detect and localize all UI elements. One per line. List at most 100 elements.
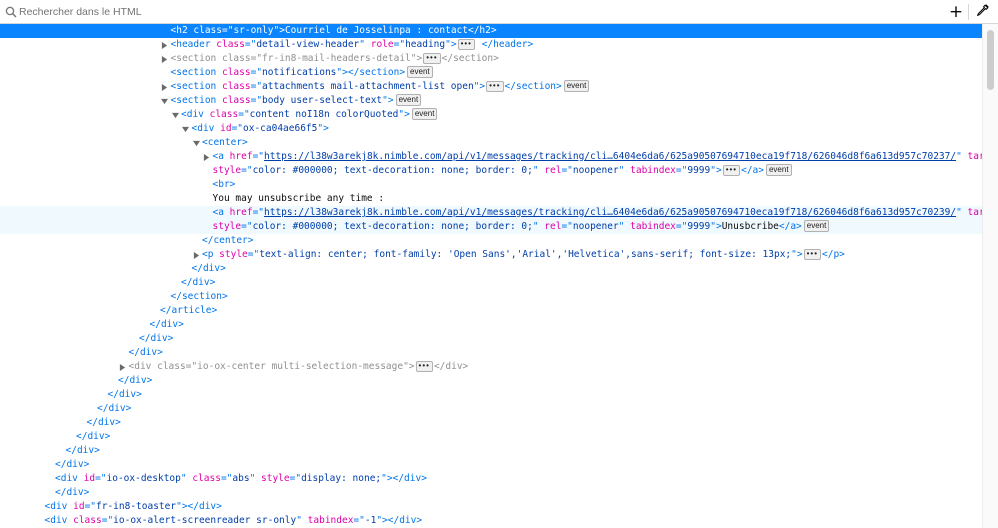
tag-token: </section> [441,53,499,64]
expanded-twisty-icon[interactable] [161,94,169,108]
event-badge[interactable]: event [803,220,830,232]
markup-node[interactable]: <section class="body user-select-text"> e… [0,94,982,108]
add-node-button[interactable]: + [947,3,965,21]
event-badge[interactable]: event [563,80,590,92]
collapsed-twisty-icon[interactable] [161,80,169,94]
markup-node[interactable]: <center> [0,136,982,150]
markup-node[interactable]: <a href="https://l38w3arekj8k.nimble.com… [0,206,982,220]
node-markup: <div id="fr-in8-toaster"></div> [45,500,222,514]
markup-node[interactable]: </div> [0,276,982,290]
markup-node[interactable]: <div id="io-ox-desktop" class="abs" styl… [0,472,982,486]
markup-node[interactable]: <p style="text-align: center; font-famil… [0,248,982,262]
tag-token: </article> [160,305,218,316]
node-markup: <div class="io-ox-alert-screenreader sr-… [45,514,423,528]
tag-token: =" [244,39,257,50]
markup-node[interactable]: <br> [0,178,982,192]
tag-token: "> [445,39,457,50]
event-badge[interactable]: event [765,164,792,176]
event-badge[interactable]: event [395,94,422,106]
attribute-value: fr-in8-mail-headers-detail [262,53,411,64]
markup-node[interactable]: <div class="content noI18n colorQuoted">… [0,108,982,122]
markup-node[interactable]: <section class="notifications"></section… [0,66,982,80]
vertical-scrollbar[interactable] [982,24,998,528]
tag-token: "> [382,95,394,106]
search-icon [5,6,17,18]
markup-node[interactable]: </div> [0,444,982,458]
text-node: Unusbcribe [721,221,779,232]
markup-node[interactable]: <a href="https://l38w3arekj8k.nimble.com… [0,150,982,164]
node-markup: <section class="fr-in8-mail-headers-deta… [171,52,499,66]
expanded-twisty-icon[interactable] [182,122,190,136]
markup-node[interactable]: </div> [0,458,982,472]
attribute-name: tabindex [630,165,676,176]
tag-token: =" [393,39,406,50]
tag-token: =" [250,53,263,64]
attribute-value: noopener [572,221,619,232]
collapsed-twisty-icon[interactable] [161,52,169,66]
markup-node[interactable]: style="color: #000000; text-decoration: … [0,220,982,234]
collapsed-twisty-icon[interactable] [192,248,200,262]
markup-node[interactable]: </div> [0,318,982,332]
expand-children-button[interactable]: ••• [423,53,441,64]
markup-node[interactable]: You may unsubscribe any time : [0,192,982,206]
expand-children-button[interactable]: ••• [415,361,433,372]
markup-tree[interactable]: <h2 class="sr-only">Courriel de Josselin… [0,24,982,528]
expand-children-button[interactable]: ••• [722,165,741,176]
event-badge[interactable]: event [407,66,433,78]
attribute-value: text-align: center; font-family: 'Open S… [259,249,792,260]
attribute-value: -1 [364,515,377,526]
event-badge[interactable]: event [411,108,438,120]
markup-node[interactable]: </div> [0,346,982,360]
collapsed-twisty-icon[interactable] [119,360,127,374]
attribute-name: id [220,123,232,134]
markup-node[interactable]: <div class="io-ox-center multi-selection… [0,360,982,374]
node-markup: </div> [118,374,152,388]
markup-node[interactable]: </div> [0,388,982,402]
markup-node[interactable]: style="color: #000000; text-decoration: … [0,164,982,178]
search-html-input[interactable] [19,3,919,20]
attribute-link[interactable]: https://l38w3arekj8k.nimble.com/api/v1/m… [264,151,956,162]
attribute-name: class [157,361,186,372]
expanded-twisty-icon[interactable] [192,136,200,150]
markup-node[interactable]: <div id="ox-ca04ae66f5"> [0,122,982,136]
expand-children-button[interactable]: ••• [486,81,504,92]
markup-node[interactable]: </div> [0,416,982,430]
expanded-twisty-icon[interactable] [171,108,179,122]
markup-node[interactable]: </div> [0,374,982,388]
attribute-link[interactable]: https://l38w3arekj8k.nimble.com/api/v1/m… [264,207,956,218]
attribute-name: class [221,81,251,92]
markup-node[interactable]: <section class="attachments mail-attachm… [0,80,982,94]
markup-node[interactable]: </article> [0,304,982,318]
markup-node[interactable]: </section> [0,290,982,304]
node-markup: </div> [97,402,131,416]
markup-node[interactable]: <header class="detail-view-header" role=… [0,38,982,52]
markup-node[interactable]: </div> [0,262,982,276]
tag-token: </div> [86,417,121,428]
markup-node[interactable]: </div> [0,430,982,444]
markup-node[interactable]: </div> [0,486,982,500]
attribute-value: 9999 [687,165,711,176]
tag-token: <div [44,515,74,526]
tag-token: =" [220,473,233,484]
tag-token: </section> [504,81,562,92]
markup-node[interactable]: <div id="fr-in8-toaster"></div> [0,500,982,514]
expand-children-button[interactable]: ••• [457,39,475,50]
markup-node[interactable]: </center> [0,234,982,248]
markup-node[interactable]: </div> [0,402,982,416]
tag-token: </div> [149,319,184,330]
collapsed-twisty-icon[interactable] [203,150,211,164]
markup-node[interactable]: <section class="fr-in8-mail-headers-deta… [0,52,982,66]
markup-node[interactable]: <h2 class="sr-only">Courriel de Josselin… [0,24,982,38]
tag-token: "> [398,109,410,120]
element-picker-button[interactable] [973,3,991,21]
eyedropper-icon [976,4,989,20]
tag-token: <div [55,473,84,484]
markup-node[interactable]: </div> [0,332,982,346]
expand-children-button[interactable]: ••• [803,249,822,260]
markup-node[interactable]: <div class="io-ox-alert-screenreader sr-… [0,514,982,528]
scrollbar-thumb[interactable] [987,30,994,90]
tag-token: </div> [433,361,469,372]
tag-token: </center> [202,235,254,246]
collapsed-twisty-icon[interactable] [161,38,169,52]
attribute-name: class [209,109,239,120]
